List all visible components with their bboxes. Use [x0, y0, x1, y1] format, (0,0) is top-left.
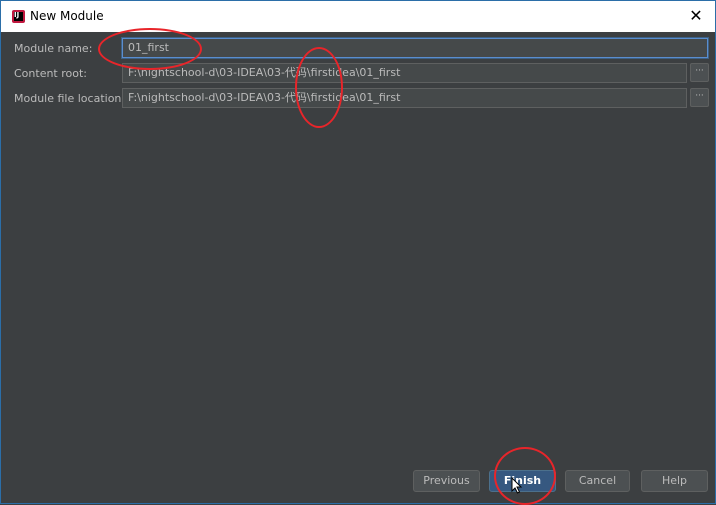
- help-button[interactable]: Help: [641, 470, 708, 492]
- module-file-location-input[interactable]: F:\nightschool-d\03-IDEA\03-代码\firstidea…: [122, 88, 687, 108]
- close-button[interactable]: ✕: [686, 6, 706, 26]
- annotation-circle-path: [295, 47, 343, 128]
- module-file-location-browse-button[interactable]: ···: [690, 88, 709, 107]
- new-module-dialog: New Module ✕ Module name: 01_first Conte…: [0, 0, 716, 505]
- annotation-circle-module-name: [98, 28, 202, 70]
- module-file-location-label: Module file location:: [14, 92, 126, 105]
- previous-button[interactable]: Previous: [413, 470, 480, 492]
- dialog-title: New Module: [30, 9, 104, 23]
- cancel-button[interactable]: Cancel: [565, 470, 630, 492]
- content-root-label: Content root:: [14, 67, 88, 80]
- intellij-app-icon: [12, 10, 25, 23]
- mouse-cursor-icon: [511, 477, 523, 494]
- module-name-input[interactable]: 01_first: [122, 38, 708, 58]
- title-bar: New Module ✕: [1, 1, 715, 32]
- module-name-label: Module name:: [14, 42, 93, 55]
- annotation-circle-finish: [494, 447, 556, 505]
- content-root-input[interactable]: F:\nightschool-d\03-IDEA\03-代码\firstidea…: [122, 63, 687, 83]
- content-root-browse-button[interactable]: ···: [690, 63, 709, 82]
